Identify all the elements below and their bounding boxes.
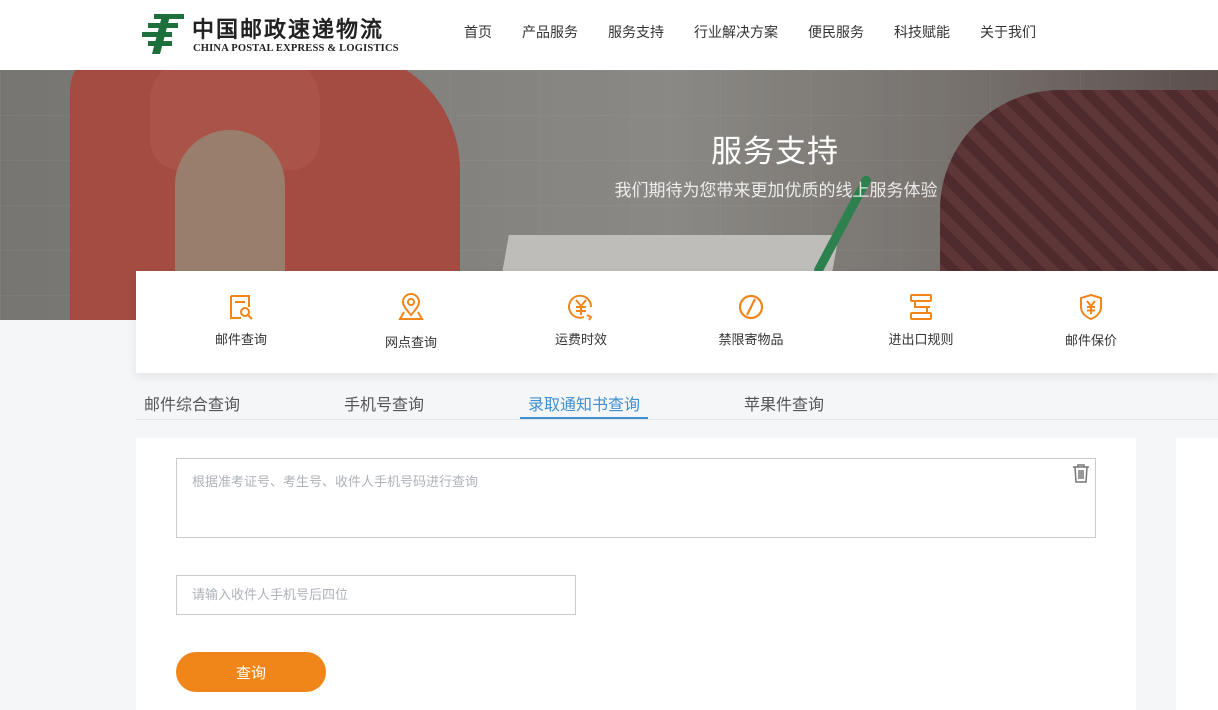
admission-query-textarea[interactable] [177, 459, 1095, 537]
banner-subtitle: 我们期待为您带来更加优质的线上服务体验 [614, 181, 938, 201]
trash-icon[interactable] [1072, 463, 1090, 483]
tab-apple-parcel[interactable]: 苹果件查询 [744, 391, 824, 415]
site-header: 中国邮政速递物流 CHINA POSTAL EXPRESS & LOGISTIC… [0, 0, 1218, 70]
nav-industry-solutions[interactable]: 行业解决方案 [694, 22, 778, 42]
yuan-clock-icon [568, 294, 593, 321]
china-post-emblem-icon [142, 14, 184, 54]
prohibited-icon [738, 294, 764, 320]
service-freight-time[interactable]: 运费时效 [521, 293, 641, 348]
service-mail-query[interactable]: 邮件查询 [181, 293, 301, 348]
service-quick-links: 邮件查询 网点查询 运费时效 禁限寄物品 进出口规则 邮件保价 [136, 271, 1218, 373]
tab-admission-letter[interactable]: 录取通知书查询 [528, 391, 640, 415]
nav-about[interactable]: 关于我们 [980, 22, 1036, 42]
active-tab-indicator [520, 417, 648, 419]
tab-phone-query[interactable]: 手机号查询 [344, 391, 424, 415]
china-post-logo[interactable]: 中国邮政速递物流 CHINA POSTAL EXPRESS & LOGISTIC… [140, 10, 402, 58]
yuan-shield-icon [1080, 293, 1102, 321]
service-label: 运费时效 [554, 333, 607, 348]
service-label: 禁限寄物品 [718, 333, 784, 348]
service-label: 进出口规则 [888, 333, 954, 348]
query-textarea-wrapper [176, 458, 1096, 538]
query-submit-button[interactable]: 查询 [176, 652, 326, 692]
rules-list-icon [910, 294, 932, 320]
nav-service-support[interactable]: 服务支持 [608, 22, 664, 42]
nav-products[interactable]: 产品服务 [522, 22, 578, 42]
service-label: 邮件保价 [1064, 334, 1117, 349]
logo-english-name: CHINA POSTAL EXPRESS & LOGISTICS [193, 43, 399, 54]
phone-last-four-input[interactable] [176, 575, 576, 615]
service-label: 邮件查询 [214, 333, 267, 348]
tab-mail-comprehensive[interactable]: 邮件综合查询 [144, 391, 240, 415]
nav-convenience[interactable]: 便民服务 [808, 22, 864, 42]
location-pin-icon [398, 293, 424, 320]
document-search-icon [230, 295, 253, 320]
logo-chinese-name: 中国邮政速递物流 [192, 17, 385, 43]
query-tabs: 邮件综合查询 手机号查询 录取通知书查询 苹果件查询 [136, 380, 1218, 420]
service-import-export-rules[interactable]: 进出口规则 [861, 293, 981, 348]
query-form-panel: 查询 [136, 438, 1136, 710]
nav-home[interactable]: 首页 [464, 22, 492, 42]
main-nav: 首页 产品服务 服务支持 行业解决方案 便民服务 科技赋能 关于我们 [464, 22, 1066, 42]
service-prohibited-items[interactable]: 禁限寄物品 [691, 293, 811, 348]
service-outlet-query[interactable]: 网点查询 [351, 293, 471, 351]
side-panel [1176, 438, 1218, 710]
service-label: 网点查询 [384, 336, 437, 351]
nav-technology[interactable]: 科技赋能 [894, 22, 950, 42]
banner-title: 服务支持 [711, 134, 839, 170]
service-insured-mail[interactable]: 邮件保价 [1031, 293, 1151, 349]
